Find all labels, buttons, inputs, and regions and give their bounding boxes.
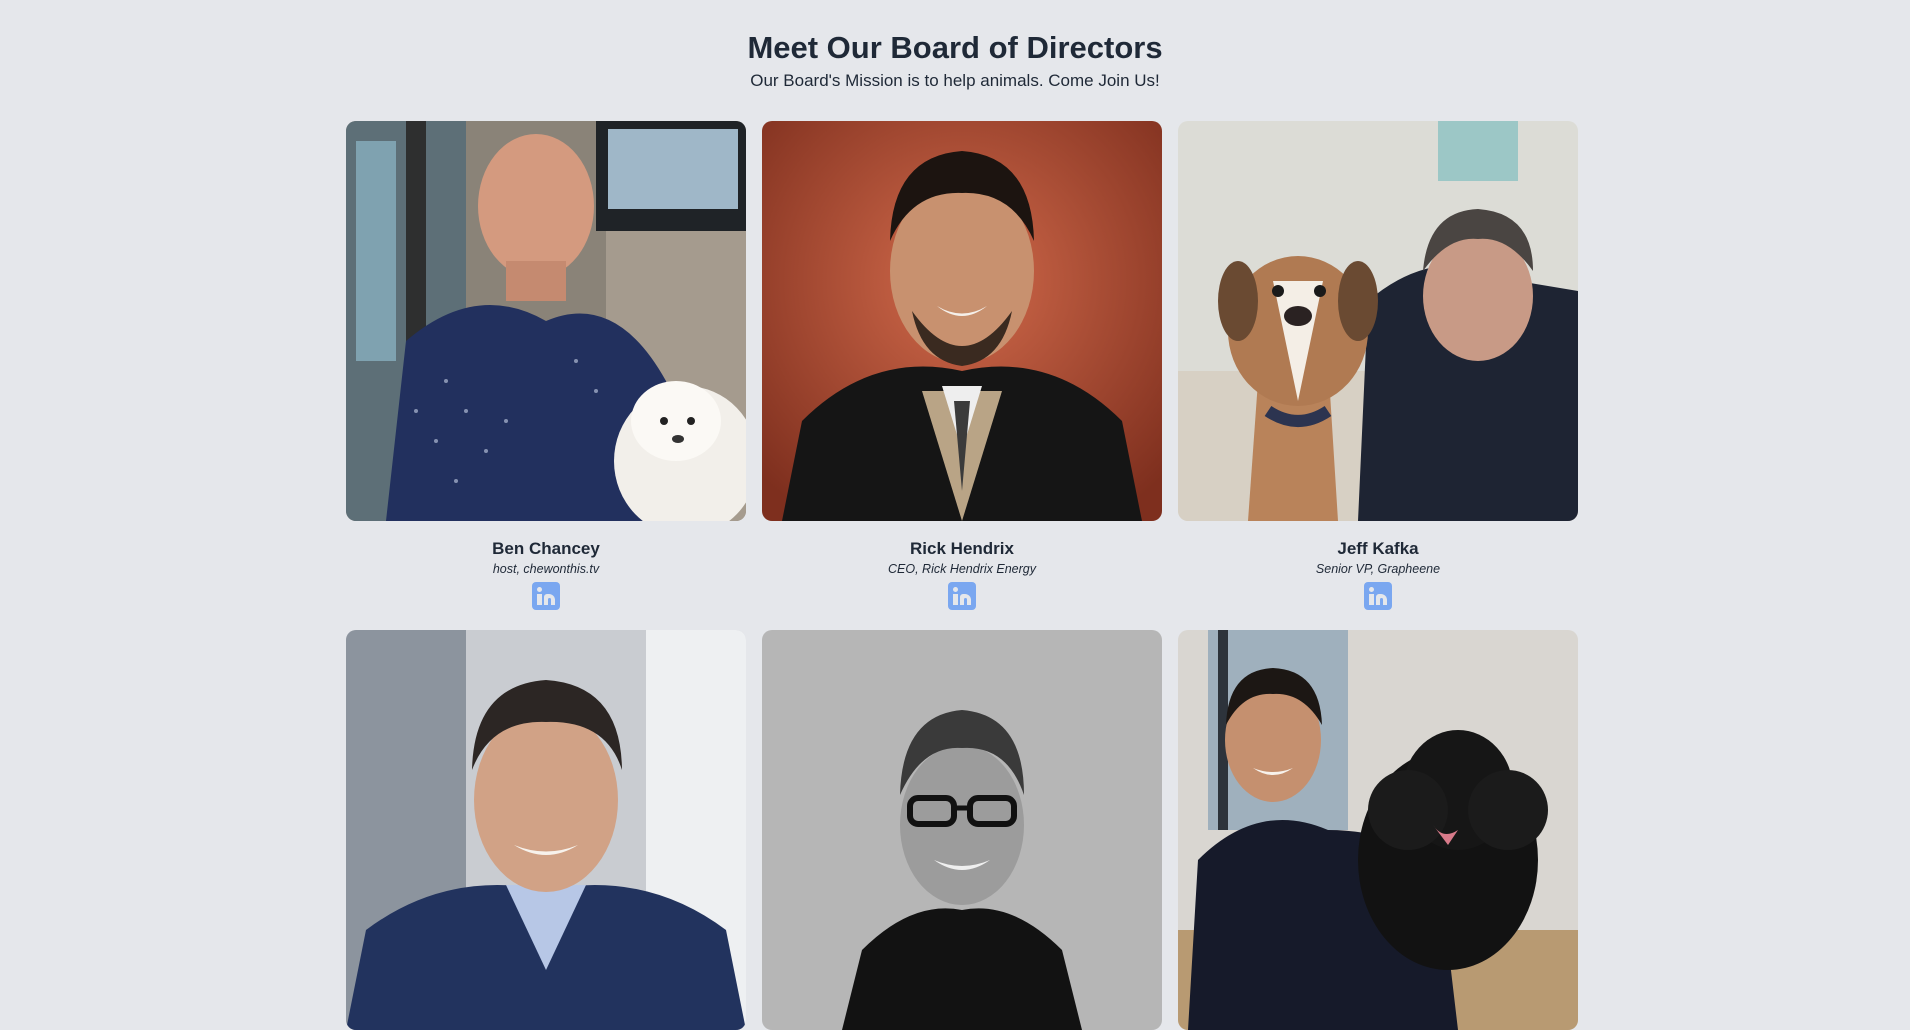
director-role: Senior VP, Grapheene — [1315, 562, 1441, 576]
linkedin-icon[interactable] — [948, 582, 976, 610]
linkedin-icon[interactable] — [532, 582, 560, 610]
directors-grid: Ben Chancey host, chewonthis.tv Rick Hen… — [346, 121, 1578, 1030]
director-card — [762, 630, 1162, 1030]
director-card: Ben Chancey host, chewonthis.tv — [346, 121, 746, 610]
director-card: Jeff Kafka Senior VP, Grapheene — [1178, 121, 1578, 610]
director-photo — [1178, 121, 1578, 521]
page-header: Meet Our Board of Directors Our Board's … — [0, 0, 1910, 93]
director-card — [1178, 630, 1578, 1030]
director-role: CEO, Rick Hendrix Energy — [888, 562, 1036, 576]
director-role: host, chewonthis.tv — [492, 562, 600, 576]
director-photo — [346, 121, 746, 521]
director-card — [346, 630, 746, 1030]
director-card: Rick Hendrix CEO, Rick Hendrix Energy — [762, 121, 1162, 610]
linkedin-icon[interactable] — [1364, 582, 1392, 610]
director-photo — [1178, 630, 1578, 1030]
page-title: Meet Our Board of Directors — [747, 30, 1163, 65]
director-photo — [762, 630, 1162, 1030]
director-photo — [346, 630, 746, 1030]
director-photo — [762, 121, 1162, 521]
director-name: Ben Chancey — [492, 539, 600, 558]
page-subtitle: Our Board's Mission is to help animals. … — [750, 71, 1160, 90]
director-name: Rick Hendrix — [910, 539, 1014, 558]
director-name: Jeff Kafka — [1337, 539, 1419, 558]
